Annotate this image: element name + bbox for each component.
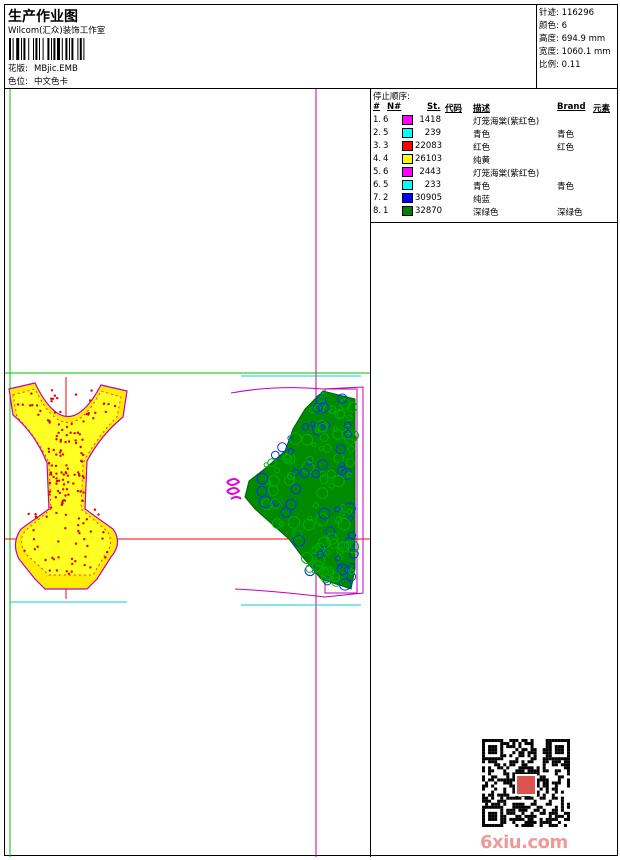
row-number: 5.: [373, 167, 382, 177]
row-number: 3.: [373, 141, 382, 151]
row-description: 红色: [473, 143, 491, 153]
color-swatch: [402, 128, 413, 138]
row-number: 6.: [373, 180, 382, 190]
stats-panel: 针迹: 116296 颜色: 6 高度: 694.9 mm 宽度: 1060.1…: [537, 5, 617, 89]
row-needle: 5: [383, 180, 389, 190]
stop-row: 4. 4 26103 纯黄: [371, 154, 617, 167]
production-sheet: 生产作业图 Wilcom(汇众)装饰工作室 花版: MBjic.EMB 色位: 中文…: [4, 4, 618, 857]
row-brand: 深绿色: [557, 208, 583, 218]
row-needle: 1: [383, 206, 389, 216]
stop-row: 8. 1 32870 深绿色 深绿色: [371, 206, 617, 219]
row-description: 青色: [473, 130, 491, 140]
barcode-image: [9, 38, 85, 60]
embroidery-preview: [5, 89, 370, 857]
col-num: #: [373, 102, 381, 112]
row-brand: 青色: [557, 182, 575, 192]
row-number: 8.: [373, 206, 382, 216]
stat-label: 高度:: [539, 34, 559, 44]
stat-label: 针迹:: [539, 8, 559, 18]
color-position-line: 色位: 中文色卡: [8, 75, 68, 87]
stop-row: 7. 2 30905 纯蓝: [371, 193, 617, 206]
stop-row: 6. 5 233 青色 青色: [371, 180, 617, 193]
stat-height: 高度: 694.9 mm: [539, 33, 617, 46]
stop-sequence-title: 停止顺序:: [373, 92, 410, 102]
company-name: Wilcom(汇众)装饰工作室: [8, 26, 106, 36]
color-position-value: 中文色卡: [34, 77, 69, 87]
color-swatch: [402, 167, 413, 177]
stat-label: 宽度:: [539, 47, 559, 57]
stop-row: 3. 3 22083 红色 红色: [371, 141, 617, 154]
stop-row: 1. 6 1418 灯笼海棠(紫红色): [371, 115, 617, 128]
row-needle: 4: [383, 154, 389, 164]
color-swatch: [402, 115, 413, 125]
row-stitches: 22083: [415, 141, 443, 151]
stop-row: 5. 6 2443 灯笼海棠(紫红色): [371, 167, 617, 180]
green-lace-piece: [226, 386, 364, 598]
row-number: 4.: [373, 154, 382, 164]
row-needle: 6: [383, 115, 389, 125]
row-stitches: 239: [424, 128, 441, 138]
stat-scale: 比例: 0.11: [539, 59, 617, 72]
pattern-value: MBjic.EMB: [34, 64, 78, 74]
row-description: 纯蓝: [473, 195, 491, 205]
row-brand: 青色: [557, 130, 575, 140]
row-number: 7.: [373, 193, 382, 203]
row-description: 深绿色: [473, 208, 499, 218]
stat-value: 0.11: [561, 60, 581, 70]
row-stitches: 32870: [415, 206, 443, 216]
color-swatch: [402, 154, 413, 164]
row-needle: 5: [383, 128, 389, 138]
pattern-line: 花版: MBjic.EMB: [8, 62, 78, 74]
stat-value: 6: [561, 21, 567, 31]
row-description: 纯黄: [473, 156, 491, 166]
row-description: 灯笼海棠(紫红色): [473, 169, 540, 179]
row-number: 2.: [373, 128, 382, 138]
color-position-label: 色位:: [8, 77, 28, 87]
col-brand: Brand: [557, 102, 586, 112]
row-needle: 3: [383, 141, 389, 151]
color-swatch: [402, 180, 413, 190]
stop-row: 2. 5 239 青色 青色: [371, 128, 617, 141]
col-description: 描述: [473, 104, 491, 114]
page-title: 生产作业图: [8, 9, 78, 25]
row-stitches: 233: [424, 180, 441, 190]
stat-value: 116296: [561, 8, 595, 18]
stat-colors: 颜色: 6: [539, 20, 617, 33]
col-n: N#: [387, 102, 402, 112]
stat-value: 1060.1 mm: [561, 47, 611, 57]
row-description: 青色: [473, 182, 491, 192]
stop-sequence-table: 停止顺序: # N# St. 代码 描述 Brand 元素 1. 6 1418 灯笼海…: [371, 89, 617, 223]
row-stitches: 26103: [415, 154, 443, 164]
col-element: 元素: [593, 104, 611, 114]
watermark-site: 6xiu.com: [480, 832, 568, 853]
row-number: 1.: [373, 115, 382, 125]
yellow-embroidery-piece: [8, 382, 128, 590]
col-code: 代码: [445, 104, 463, 114]
row-description: 灯笼海棠(紫红色): [473, 117, 540, 127]
color-swatch: [402, 141, 413, 151]
stat-stitches: 针迹: 116296: [539, 7, 617, 20]
stat-width: 宽度: 1060.1 mm: [539, 46, 617, 59]
stat-label: 比例:: [539, 60, 559, 70]
col-st: St.: [427, 102, 441, 112]
stat-label: 颜色:: [539, 21, 559, 31]
stat-value: 694.9 mm: [561, 34, 606, 44]
row-brand: 红色: [557, 143, 575, 153]
row-stitches: 2443: [419, 167, 441, 177]
qr-code: [482, 739, 570, 827]
pattern-label: 花版:: [8, 64, 28, 74]
row-stitches: 1418: [419, 115, 441, 125]
row-needle: 6: [383, 167, 389, 177]
row-stitches: 30905: [415, 193, 443, 203]
design-canvas: [5, 89, 371, 857]
color-swatch: [402, 193, 413, 203]
row-needle: 2: [383, 193, 389, 203]
magenta-tassel: [226, 478, 242, 500]
color-swatch: [402, 206, 413, 216]
header-info: 生产作业图 Wilcom(汇众)装饰工作室 花版: MBjic.EMB 色位: 中文…: [5, 5, 537, 89]
